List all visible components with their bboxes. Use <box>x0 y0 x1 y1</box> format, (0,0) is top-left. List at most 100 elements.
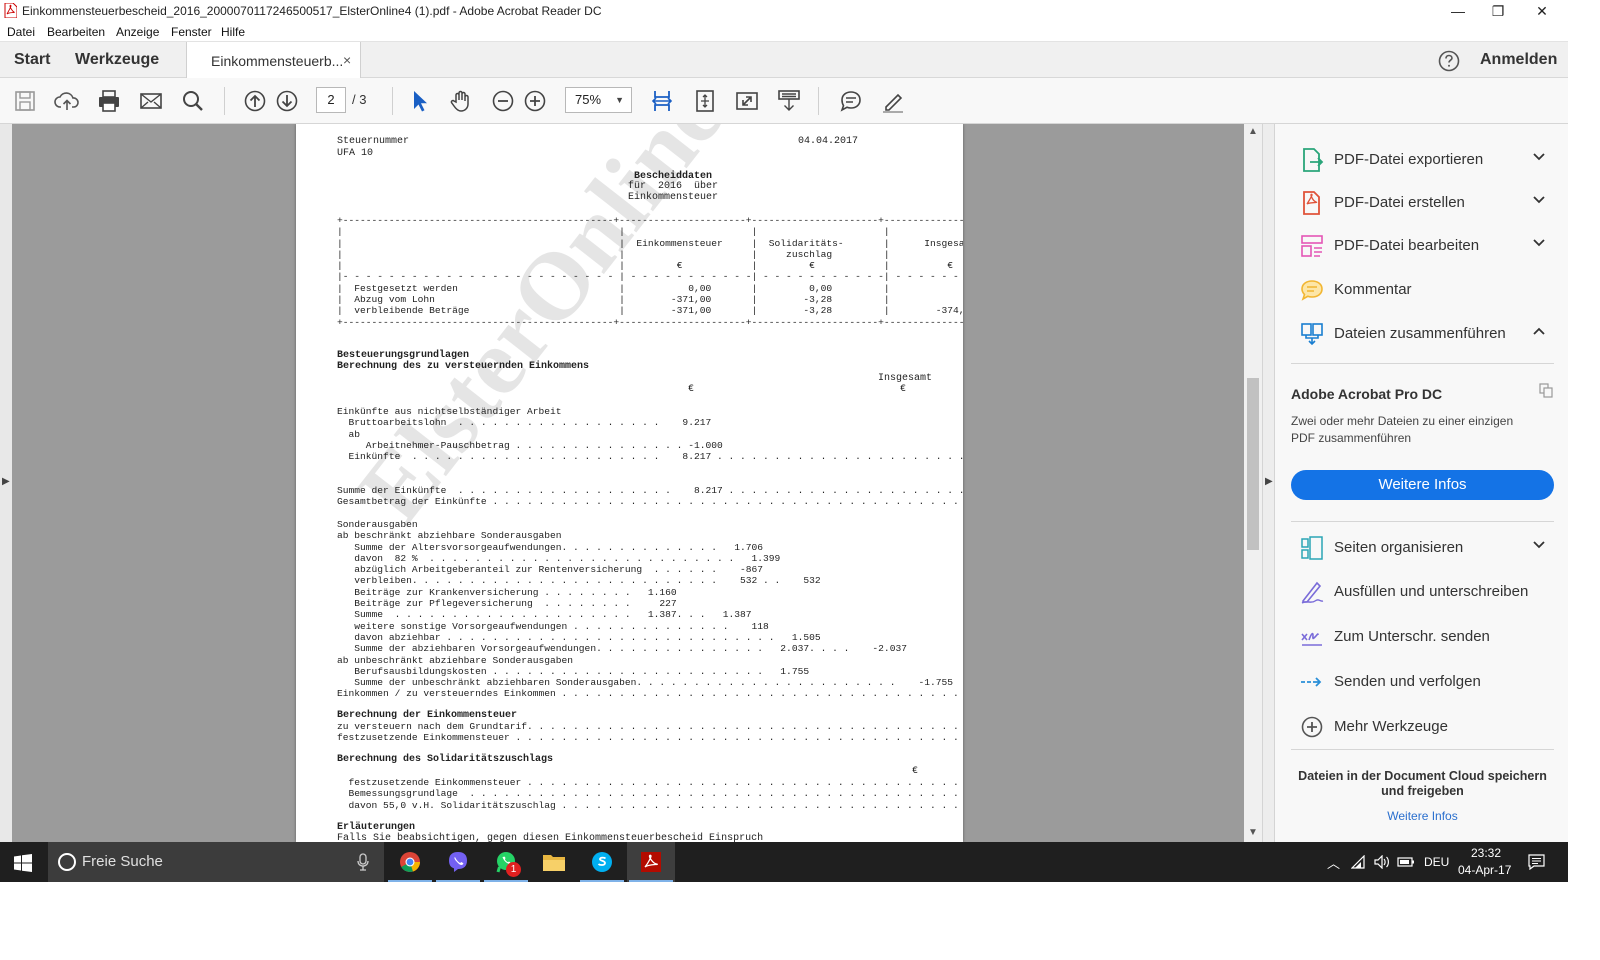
document-date: 04.04.2017 <box>798 136 859 147</box>
more-info-button[interactable]: Weitere Infos <box>1291 470 1554 500</box>
collapse-right-icon: ▶ <box>1265 476 1273 487</box>
pdf-page: ElsterOnline Steuernummer UFA 10 04.04.2… <box>296 124 963 842</box>
create-pdf-icon <box>1303 191 1320 215</box>
scroll-down-icon[interactable]: ▼ <box>1248 827 1258 838</box>
menu-hilfe[interactable]: Hilfe <box>221 25 245 39</box>
network-icon[interactable] <box>1351 855 1367 869</box>
menu-anzeige[interactable]: Anzeige <box>116 25 159 39</box>
tool-fill-sign-label: Ausfüllen und unterschreiben <box>1334 583 1529 600</box>
clock-date[interactable]: 04-Apr-17 <box>1458 863 1511 877</box>
tab-document[interactable]: Einkommensteuerb... × <box>186 42 361 79</box>
tool-comment[interactable]: Kommentar <box>1275 268 1569 310</box>
tray-chevron-up-icon[interactable]: ︿ <box>1327 853 1340 872</box>
tool-organize-pages-label: Seiten organisieren <box>1334 539 1464 556</box>
previous-page-icon[interactable] <box>242 88 268 114</box>
tool-fill-sign[interactable]: Ausfüllen und unterschreiben <box>1275 570 1569 612</box>
read-mode-icon[interactable] <box>776 88 802 114</box>
menu-datei[interactable]: Datei <box>7 25 35 39</box>
solidarity-block: festzusetzende Einkommensteuer . . . . .… <box>348 777 959 811</box>
right-pane-toggle[interactable]: ▶ <box>1262 124 1274 842</box>
tool-more-tools[interactable]: Mehr Werkzeuge <box>1275 705 1569 747</box>
promo-text-2: PDF zusammenführen <box>1291 431 1412 445</box>
battery-icon[interactable] <box>1397 856 1415 868</box>
zoom-in-icon[interactable] <box>522 88 548 114</box>
fit-width-scroll-icon[interactable] <box>649 88 675 114</box>
taskbar-whatsapp[interactable]: 1 <box>482 842 530 882</box>
microphone-icon[interactable] <box>356 853 370 871</box>
highlight-pen-icon[interactable] <box>880 88 906 114</box>
mail-icon[interactable] <box>138 88 164 114</box>
minimize-button[interactable]: — <box>1436 0 1480 22</box>
copy-icon[interactable] <box>1538 382 1554 398</box>
left-pane-toggle[interactable]: ▶ <box>0 124 12 842</box>
next-page-icon[interactable] <box>274 88 300 114</box>
page-number-input[interactable]: 2 <box>316 87 346 113</box>
help-icon[interactable] <box>1438 50 1460 72</box>
tab-close-icon[interactable]: × <box>343 52 351 68</box>
section-einkommensteuer: Berechnung der Einkommensteuer <box>337 710 518 721</box>
menu-bar: Datei Bearbeiten Anzeige Fenster Hilfe <box>0 22 1568 42</box>
tool-send-track[interactable]: Senden und verfolgen <box>1275 660 1569 702</box>
cloud-more-info-link[interactable]: Weitere Infos <box>1285 809 1560 823</box>
column-euro-total: € <box>900 384 907 395</box>
print-icon[interactable] <box>96 88 122 114</box>
hand-tool-icon[interactable] <box>448 88 474 114</box>
chevron-down-icon: ▼ <box>615 95 624 105</box>
close-button[interactable]: ✕ <box>1520 0 1564 22</box>
cortana-icon <box>58 853 76 871</box>
upload-cloud-icon[interactable] <box>54 88 80 114</box>
input-language[interactable]: DEU <box>1424 855 1449 869</box>
tool-export-pdf[interactable]: PDF-Datei exportieren <box>1275 138 1569 180</box>
promo-title: Adobe Acrobat Pro DC <box>1291 386 1443 402</box>
windows-start-icon[interactable] <box>14 854 32 872</box>
fit-page-icon[interactable] <box>692 88 718 114</box>
menu-fenster[interactable]: Fenster <box>171 25 212 39</box>
taskbar-file-explorer[interactable] <box>530 842 578 882</box>
scroll-up-icon[interactable]: ▲ <box>1248 126 1258 137</box>
volume-icon[interactable] <box>1374 855 1390 869</box>
tool-combine-files[interactable]: Dateien zusammenführen <box>1275 312 1569 354</box>
full-screen-icon[interactable] <box>734 88 760 114</box>
running-indicator <box>388 880 432 882</box>
running-indicator <box>484 880 528 882</box>
section-solidaritaetszuschlag: Berechnung des Solidaritätszuschlags <box>337 754 554 765</box>
taskbar-skype[interactable] <box>578 842 626 882</box>
select-cursor-icon[interactable] <box>406 88 432 114</box>
taskbar-chrome[interactable] <box>386 842 434 882</box>
tax-office-label: UFA 10 <box>337 148 374 159</box>
zoom-select[interactable]: 75% ▼ <box>565 87 632 113</box>
zoom-out-icon[interactable] <box>490 88 516 114</box>
chevron-down-icon <box>1533 541 1545 549</box>
divider <box>1291 521 1554 522</box>
maximize-button[interactable]: ❐ <box>1476 0 1520 22</box>
tool-send-signature[interactable]: Zum Unterschr. senden <box>1275 615 1569 657</box>
tab-start[interactable]: Start <box>14 51 50 69</box>
menu-bearbeiten[interactable]: Bearbeiten <box>47 25 105 39</box>
tool-create-pdf[interactable]: PDF-Datei erstellen <box>1275 181 1569 223</box>
comment-icon[interactable] <box>838 88 864 114</box>
send-track-icon <box>1301 677 1322 687</box>
vertical-scrollbar[interactable]: ▲ ▼ <box>1244 124 1262 842</box>
explanation-text: Falls Sie beabsichtigen, gegen diesen Ei… <box>337 833 764 842</box>
tool-send-track-label: Senden und verfolgen <box>1334 673 1481 690</box>
save-icon[interactable] <box>12 88 38 114</box>
tab-werkzeuge[interactable]: Werkzeuge <box>75 51 159 69</box>
scrollbar-thumb[interactable] <box>1247 378 1259 550</box>
search-icon[interactable] <box>180 88 206 114</box>
document-subtitle-2: Einkommensteuer <box>628 192 719 203</box>
sign-in-button[interactable]: Anmelden <box>1480 51 1557 69</box>
taskbar-search[interactable]: Freie Suche <box>48 842 384 882</box>
taskbar-acrobat[interactable] <box>627 842 675 882</box>
action-center-icon[interactable] <box>1528 854 1545 870</box>
taskbar-viber[interactable] <box>434 842 482 882</box>
tool-edit-pdf[interactable]: PDF-Datei bearbeiten <box>1275 224 1569 266</box>
zoom-value: 75% <box>575 92 602 107</box>
document-viewer[interactable]: ▶ ElsterOnline Steuernummer UFA 10 04.04… <box>0 124 1262 842</box>
chevron-down-icon <box>1533 196 1545 204</box>
tool-organize-pages[interactable]: Seiten organisieren <box>1275 526 1569 568</box>
more-tools-icon <box>1301 716 1323 738</box>
running-indicator <box>629 880 673 882</box>
folder-icon <box>543 855 565 871</box>
tool-create-pdf-label: PDF-Datei erstellen <box>1334 194 1465 211</box>
clock-time[interactable]: 23:32 <box>1471 846 1501 860</box>
